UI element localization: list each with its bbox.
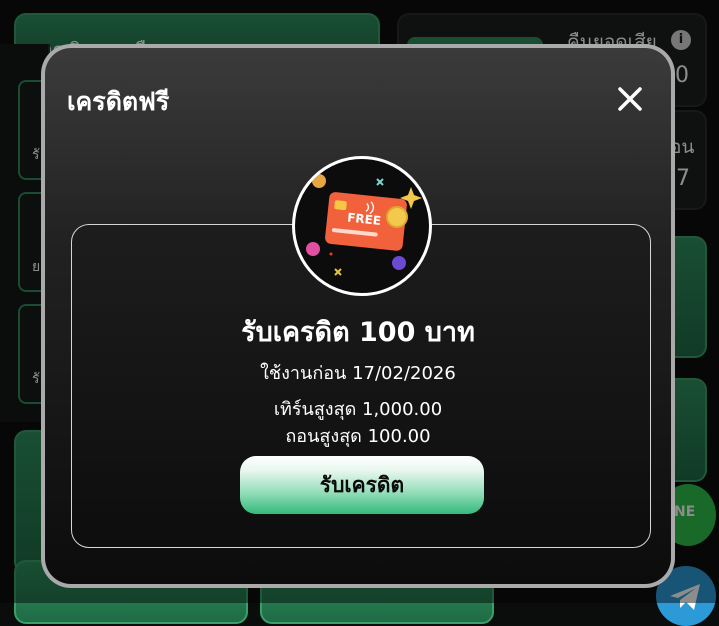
claim-credit-button[interactable]: รับเครดิต: [240, 456, 484, 514]
close-icon: [618, 87, 642, 111]
close-button[interactable]: [615, 84, 645, 114]
modal-body: เครดิตฟรี FREE รับเครดิต 100 บาท ใช้งานก…: [45, 48, 671, 584]
expiry-text: ใช้งานก่อน 17/02/2026: [260, 363, 456, 384]
modal-title: เครดิตฟรี: [67, 87, 170, 116]
max-withdraw-text: ถอนสูงสุด 100.00: [285, 426, 431, 447]
offer-badge: FREE: [292, 156, 432, 296]
max-turnover-text: เทิร์นสูงสุด 1,000.00: [273, 399, 443, 420]
free-credit-modal: เครดิตฟรี FREE รับเครดิต 100 บาท ใช้งานก…: [41, 44, 675, 588]
offer-title: รับเครดิต 100 บาท: [241, 317, 475, 348]
free-credit-card-icon: FREE: [306, 174, 422, 276]
